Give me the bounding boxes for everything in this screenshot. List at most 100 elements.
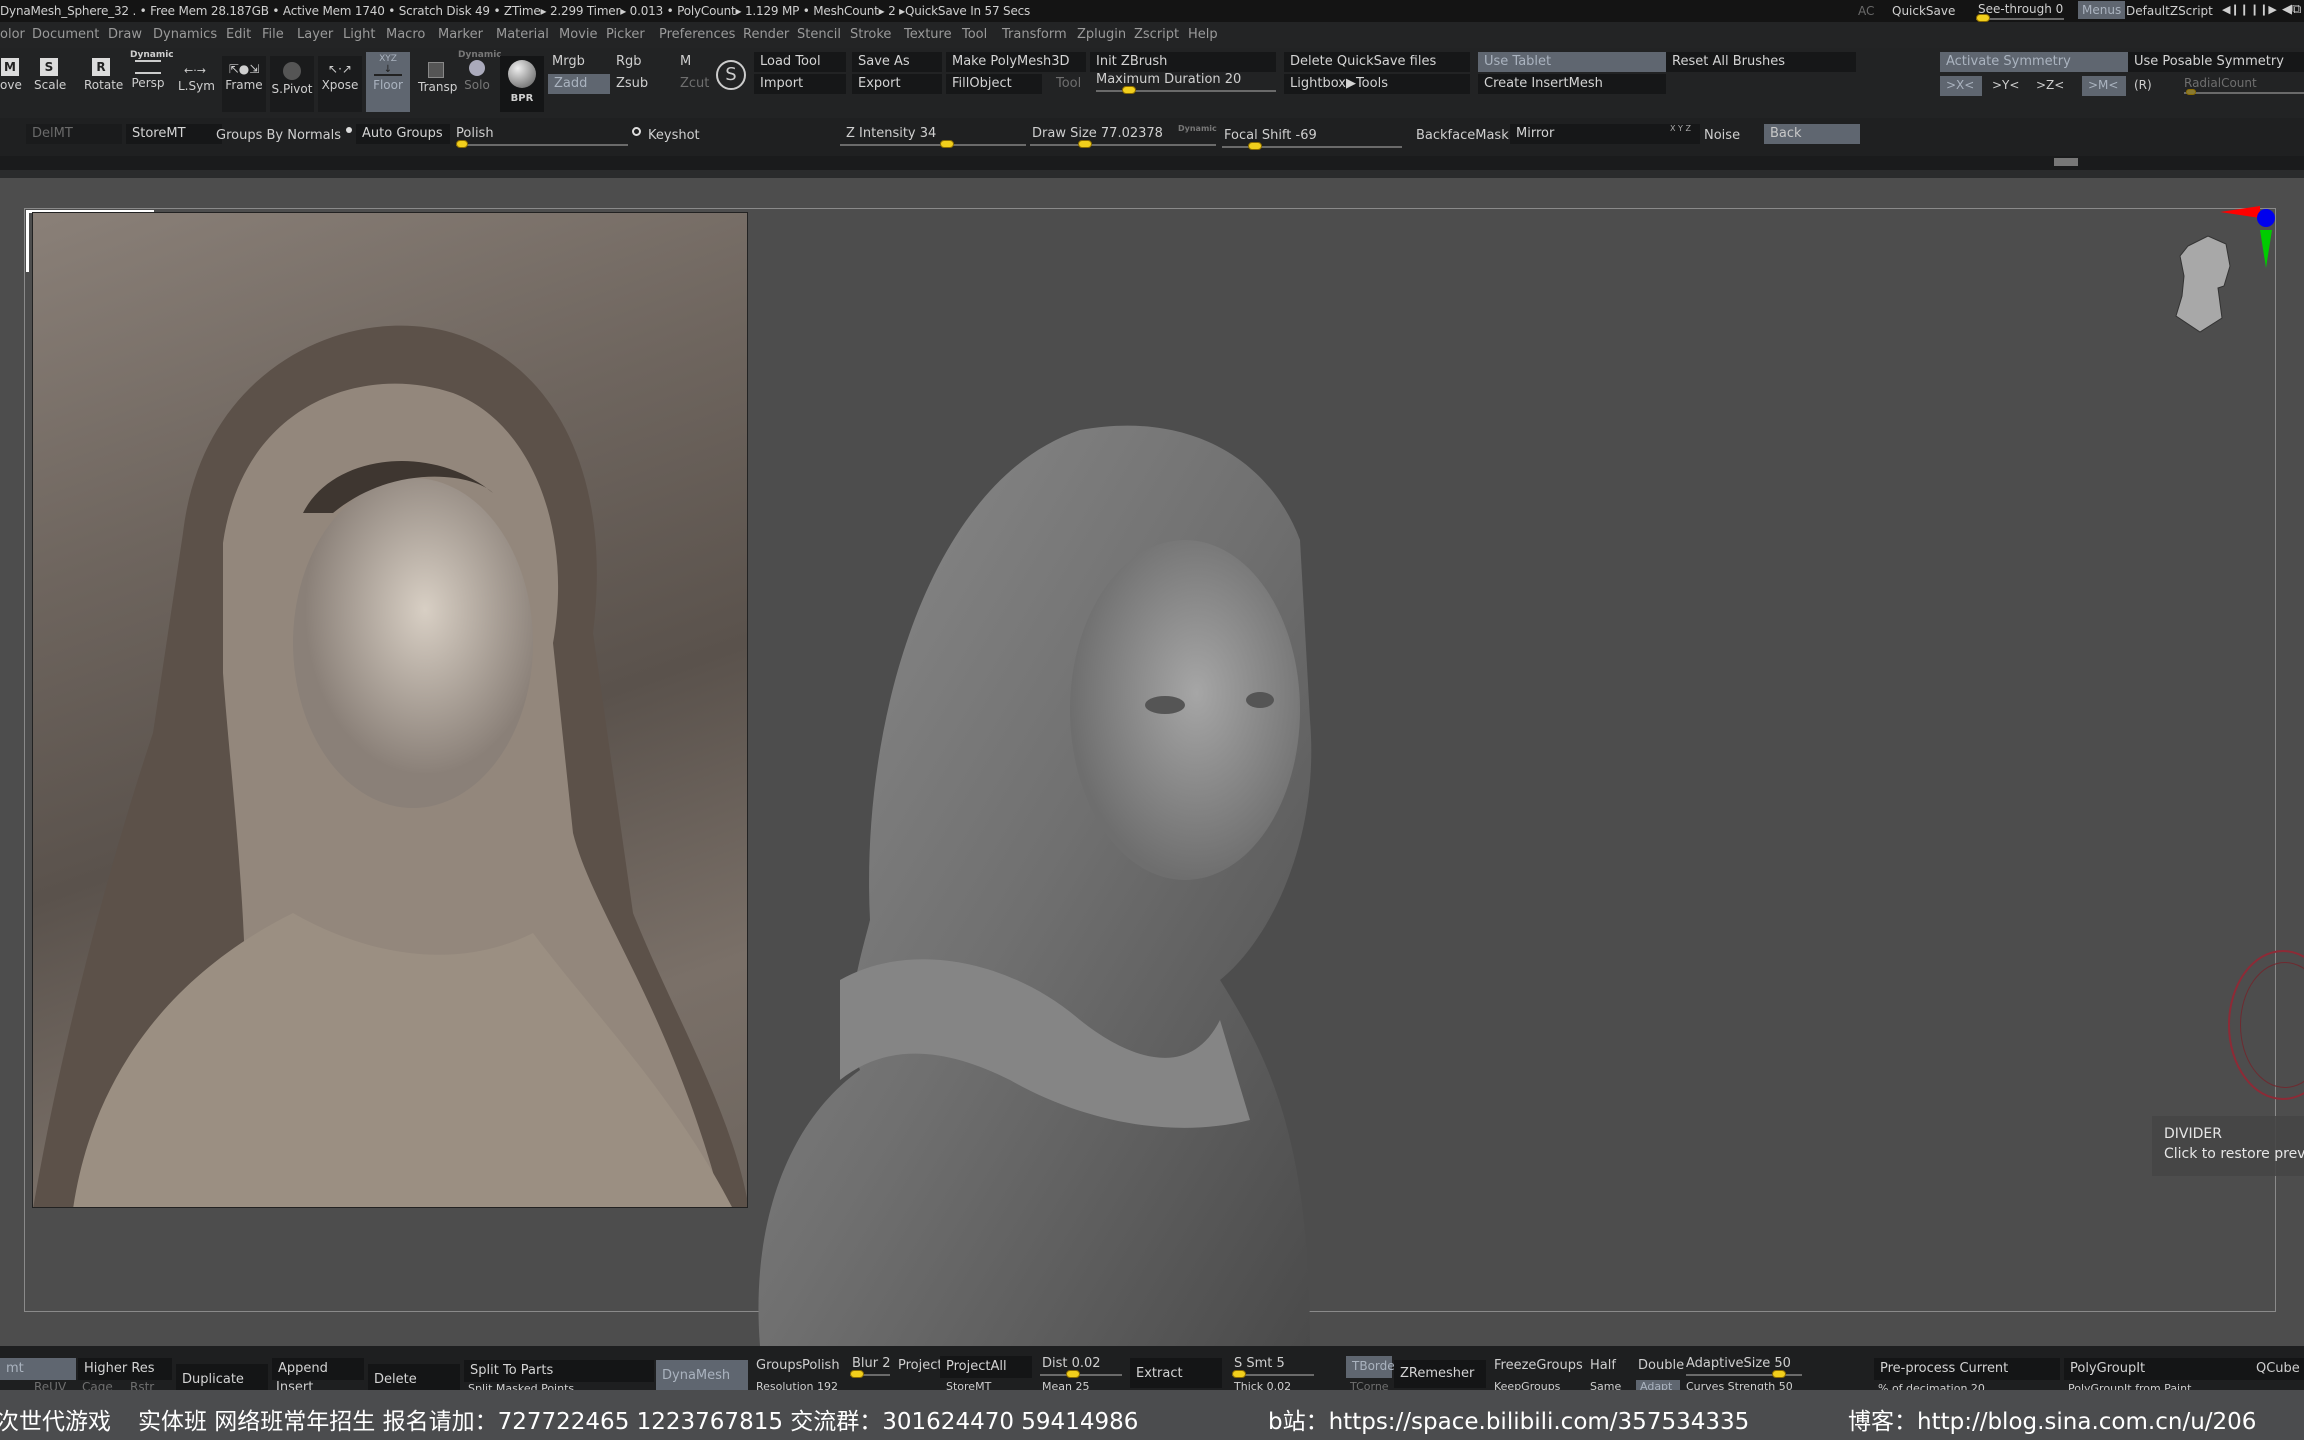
scale-button[interactable]: S Scale (34, 58, 66, 92)
symmetry-z-toggle[interactable]: >Z< (2036, 78, 2064, 92)
menu-zplugin[interactable]: Zplugin (1077, 27, 1126, 42)
floor-button[interactable]: XYZ ↓ Floor (366, 52, 410, 112)
menu-movie[interactable]: Movie (559, 27, 597, 42)
menu-material[interactable]: Material (496, 27, 549, 42)
menu-light[interactable]: Light (343, 27, 375, 42)
blur-knob[interactable] (850, 1370, 864, 1378)
z-intensity-knob[interactable] (940, 140, 954, 148)
menu-zscript[interactable]: Zscript (1134, 27, 1179, 42)
menu-edit[interactable]: Edit (226, 27, 251, 42)
transparency-button[interactable]: Transp (418, 62, 457, 94)
horizontal-scroll-handle[interactable] (2054, 158, 2078, 166)
see-through-knob[interactable] (1976, 14, 1990, 22)
delete-quicksave-files-button[interactable]: Delete QuickSave files (1284, 52, 1470, 72)
save-as-button[interactable]: Save As (852, 52, 942, 72)
z-intensity-slider[interactable] (840, 144, 1026, 146)
dynamic-size-toggle[interactable]: Dynamic (1178, 124, 1217, 133)
expand-width-icon[interactable]: ❙❙▶ (2250, 3, 2277, 16)
activate-symmetry-toggle[interactable]: Activate Symmetry (1940, 52, 2128, 72)
project-toggle[interactable]: Project (898, 1358, 942, 1373)
keep-groups-toggle[interactable]: KeepGroups (1494, 1380, 1560, 1390)
menu-color[interactable]: olor (0, 27, 25, 42)
insert-button[interactable]: Insert (276, 1380, 313, 1390)
fill-object-button[interactable]: FillObject (946, 74, 1042, 94)
local-symmetry-button[interactable]: ←·→ L.Sym (178, 64, 215, 93)
solo-button[interactable]: Dynamic Solo (458, 50, 502, 92)
backface-mask-toggle[interactable]: BackfaceMask (1416, 128, 1509, 143)
menu-macro[interactable]: Macro (386, 27, 425, 42)
duplicate-button[interactable]: Duplicate (176, 1364, 268, 1390)
create-insertmesh-button[interactable]: Create InsertMesh (1478, 74, 1666, 94)
auto-groups-button[interactable]: Auto Groups (356, 124, 450, 144)
rgb-button[interactable]: Rgb (616, 54, 642, 69)
bpr-button[interactable]: BPR (500, 56, 544, 112)
dist-slider[interactable] (1040, 1374, 1122, 1376)
radial-symmetry-toggle[interactable]: (R) (2134, 78, 2152, 92)
keyshot-button[interactable]: Keyshot (648, 128, 700, 143)
material-sphere-icon[interactable]: S (716, 60, 746, 90)
menu-tool[interactable]: Tool (962, 27, 987, 42)
split-to-parts-button[interactable]: Split To Parts (464, 1360, 654, 1382)
adaptive-size-knob[interactable] (1772, 1370, 1786, 1378)
reuv-button[interactable]: ReUV (34, 1380, 66, 1390)
navigation-head-gizmo[interactable] (2160, 206, 2280, 346)
m-button[interactable]: M (680, 54, 691, 69)
extract-button[interactable]: Extract (1130, 1358, 1222, 1388)
dynamesh-polish-toggle[interactable]: Polish (802, 1358, 840, 1373)
split-masked-points-button[interactable]: Split Masked Points (468, 1382, 574, 1390)
menu-texture[interactable]: Texture (904, 27, 952, 42)
maximum-duration-knob[interactable] (1122, 86, 1136, 94)
draw-size-knob[interactable] (1078, 140, 1092, 148)
same-button[interactable]: Same (1590, 1380, 1621, 1390)
delmt-button[interactable]: DelMT (26, 124, 122, 144)
use-tablet-toggle[interactable]: Use Tablet (1478, 52, 1666, 72)
zsub-button[interactable]: Zsub (616, 76, 648, 91)
adapt-toggle[interactable]: Adapt (1636, 1380, 1680, 1390)
init-zbrush-button[interactable]: Init ZBrush (1090, 52, 1276, 72)
rotate-button[interactable]: R Rotate (84, 58, 123, 92)
reset-all-brushes-button[interactable]: Reset All Brushes (1666, 52, 1856, 72)
menu-layer[interactable]: Layer (297, 27, 333, 42)
dist-knob[interactable] (1066, 1370, 1080, 1378)
import-button[interactable]: Import (754, 74, 846, 94)
perspective-button[interactable]: Dynamic Persp (130, 50, 174, 90)
symmetry-x-toggle[interactable]: >X< (1940, 76, 1982, 96)
symmetry-m-toggle[interactable]: >M< (2082, 76, 2126, 96)
dynamesh-button[interactable]: DynaMesh (656, 1360, 748, 1390)
tcorner-toggle[interactable]: TCorne (1350, 1380, 1389, 1390)
export-button[interactable]: Export (852, 74, 942, 94)
project-all-button[interactable]: ProjectAll (940, 1356, 1032, 1378)
sculpt-model[interactable] (750, 420, 1450, 1347)
preprocess-current-button[interactable]: Pre-process Current (1874, 1358, 2060, 1380)
reference-image[interactable] (32, 212, 748, 1208)
radial-count-knob[interactable] (2186, 89, 2196, 95)
window-layout-icon[interactable]: ◀⧉ (2282, 2, 2301, 17)
menu-transform[interactable]: Transform (1002, 27, 1067, 42)
half-button[interactable]: Half (1590, 1358, 1616, 1373)
tborder-toggle[interactable]: TBorde (1346, 1356, 1395, 1378)
focal-shift-knob[interactable] (1248, 142, 1262, 150)
menu-help[interactable]: Help (1188, 27, 1218, 42)
qcube-button[interactable]: QCube (2256, 1361, 2300, 1376)
polish-knob[interactable] (456, 140, 468, 148)
zremesher-button[interactable]: ZRemesher (1394, 1360, 1486, 1388)
polygroupit-from-paint-button[interactable]: PolyGroupIt from Paint (2068, 1382, 2191, 1390)
menu-render[interactable]: Render (743, 27, 789, 42)
s-smt-knob[interactable] (1232, 1370, 1246, 1378)
freeze-groups-toggle[interactable]: FreezeGroups (1494, 1358, 1583, 1373)
menu-dynamics[interactable]: Dynamics (153, 27, 217, 42)
higher-res-button[interactable]: Higher Res (78, 1358, 172, 1380)
move-button[interactable]: M ove (0, 58, 22, 92)
dynamesh-groups-toggle[interactable]: Groups (756, 1358, 802, 1373)
storemt-bottom-button[interactable]: StoreMT (946, 1380, 991, 1390)
menu-stencil[interactable]: Stencil (797, 27, 841, 42)
lightbox-tools-button[interactable]: Lightbox▶Tools (1284, 74, 1470, 94)
mrgb-button[interactable]: Mrgb (552, 54, 585, 69)
frame-button[interactable]: ⇱●⇲ Frame (222, 56, 266, 112)
draw-size-slider[interactable] (1030, 144, 1216, 146)
left-truncated-button[interactable]: mt (0, 1358, 76, 1380)
double-button[interactable]: Double (1638, 1358, 1684, 1373)
cage-button[interactable]: Cage (82, 1380, 113, 1390)
make-polymesh3d-button[interactable]: Make PolyMesh3D (946, 52, 1086, 72)
menu-draw[interactable]: Draw (108, 27, 142, 42)
